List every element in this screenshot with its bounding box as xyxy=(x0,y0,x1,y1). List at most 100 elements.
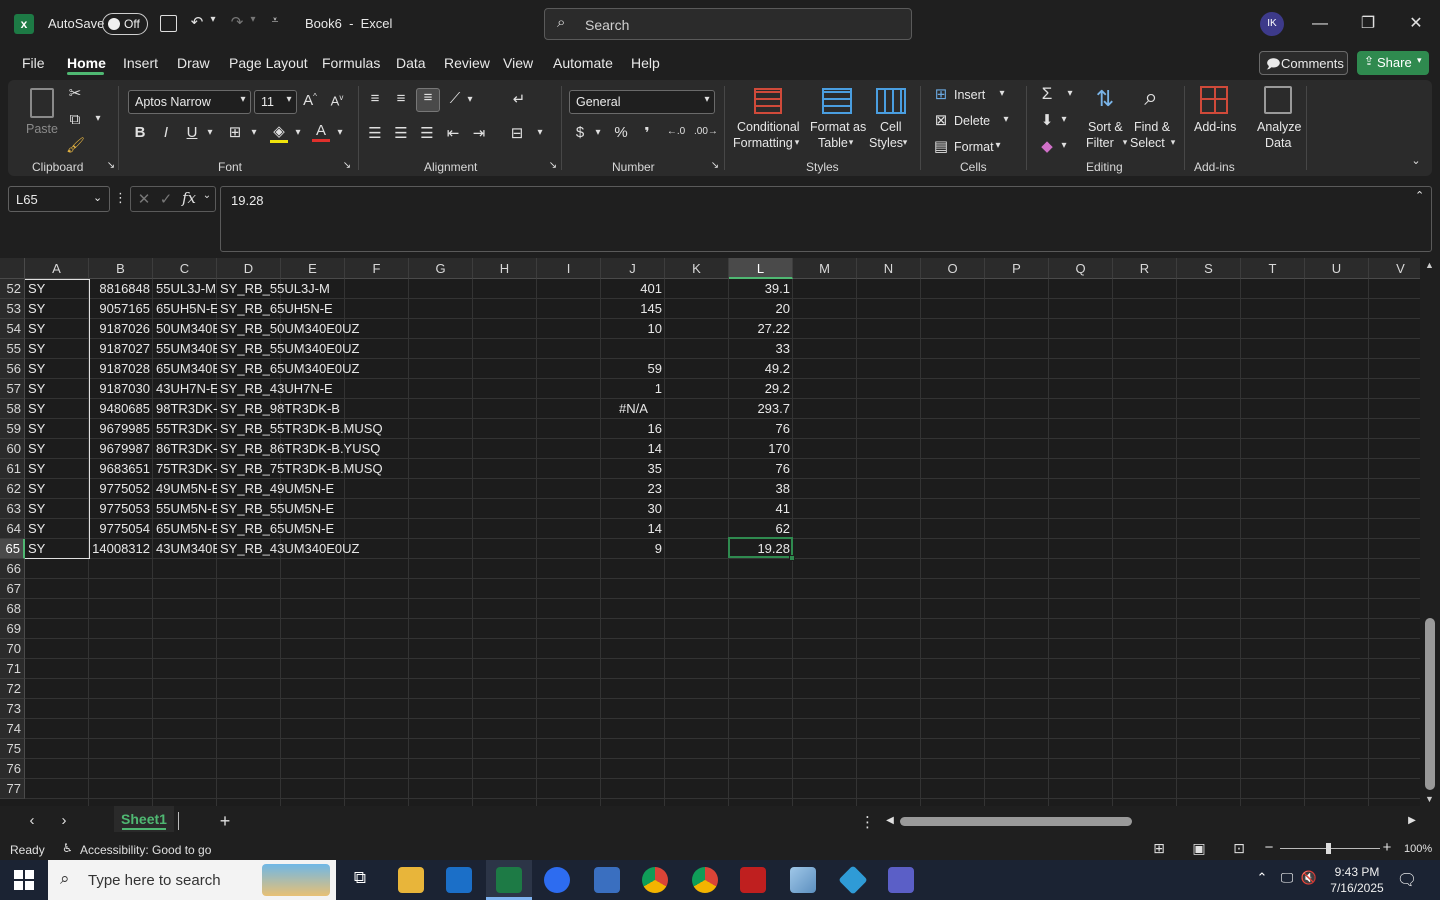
cell-j64[interactable]: 14 xyxy=(601,519,665,539)
minimize-icon[interactable]: — xyxy=(1308,12,1332,36)
row-header-69[interactable]: 69 xyxy=(0,619,25,639)
more-options-icon[interactable]: ⋮ xyxy=(114,190,127,206)
insert-function-icon[interactable]: fx xyxy=(179,189,199,207)
row-header-72[interactable]: 72 xyxy=(0,679,25,699)
format-cells-icon[interactable]: ▤ xyxy=(932,137,950,155)
cell-styles-label-2[interactable]: Styles xyxy=(869,136,903,150)
tab-file[interactable]: File xyxy=(22,55,45,71)
cell-d55[interactable]: SY_RB_55UM340E0UZ xyxy=(217,339,417,359)
row-header-54[interactable]: 54 xyxy=(0,319,25,339)
tab-automate[interactable]: Automate xyxy=(553,55,613,71)
align-right-icon[interactable]: ☰ xyxy=(418,124,436,142)
cell-a53[interactable]: SY xyxy=(25,299,89,319)
maximize-icon[interactable]: ❐ xyxy=(1356,12,1380,36)
column-header-c[interactable]: C xyxy=(153,258,217,279)
tab-review[interactable]: Review xyxy=(444,55,490,71)
zoom-in-icon[interactable]: + xyxy=(1380,839,1394,856)
cell-j57[interactable]: 1 xyxy=(601,379,665,399)
column-header-f[interactable]: F xyxy=(345,258,409,279)
search-box[interactable]: ⌕ Search xyxy=(544,8,912,40)
prev-sheet-icon[interactable]: ‹ xyxy=(24,812,40,829)
cell-d63[interactable]: SY_RB_55UM5N-E xyxy=(217,499,417,519)
currency-icon[interactable]: $ xyxy=(572,124,588,141)
italic-button[interactable]: I xyxy=(158,124,174,141)
column-header-u[interactable]: U xyxy=(1305,258,1369,279)
windows-start-icon[interactable] xyxy=(14,870,34,890)
align-center-icon[interactable]: ☰ xyxy=(392,124,410,142)
find-select-icon[interactable]: ⌕ xyxy=(1136,84,1166,112)
row-header-52[interactable]: 52 xyxy=(0,279,25,299)
excel-icon[interactable] xyxy=(496,867,522,893)
cell-b55[interactable]: 9187027 xyxy=(89,339,153,359)
accessibility-icon[interactable]: ♿ xyxy=(62,841,73,855)
cell-j56[interactable]: 59 xyxy=(601,359,665,379)
column-header-o[interactable]: O xyxy=(921,258,985,279)
increase-decimal-icon[interactable]: ←.0 xyxy=(666,126,686,137)
dialog-launcher-icon[interactable]: ↘ xyxy=(106,160,116,171)
save-icon[interactable] xyxy=(160,15,177,32)
row-header-74[interactable]: 74 xyxy=(0,719,25,739)
cell-c53[interactable]: 65UH5N-E xyxy=(153,299,217,319)
row-header-70[interactable]: 70 xyxy=(0,639,25,659)
wrap-text-icon[interactable]: ↵ xyxy=(510,90,528,108)
paste-icon[interactable] xyxy=(30,88,54,118)
cell-d56[interactable]: SY_RB_65UM340E0UZ xyxy=(217,359,417,379)
dialog-launcher-icon[interactable]: ↘ xyxy=(342,160,352,171)
column-header-v[interactable]: V xyxy=(1369,258,1420,279)
chevron-down-icon[interactable]: ⌄ xyxy=(201,190,213,201)
conditional-formatting-label-2[interactable]: Formatting xyxy=(733,136,793,150)
chevron-down-icon[interactable]: ▾ xyxy=(464,94,476,105)
file-explorer-icon[interactable] xyxy=(398,867,424,893)
column-header-n[interactable]: N xyxy=(857,258,921,279)
decrease-indent-icon[interactable]: ⇤ xyxy=(444,124,462,142)
cell-b60[interactable]: 9679987 xyxy=(89,439,153,459)
bold-button[interactable]: B xyxy=(132,124,148,141)
row-header-55[interactable]: 55 xyxy=(0,339,25,359)
add-sheet-icon[interactable]: + xyxy=(216,811,234,832)
cell-b56[interactable]: 9187028 xyxy=(89,359,153,379)
add-ins-icon[interactable] xyxy=(1200,86,1228,114)
tab-home[interactable]: Home xyxy=(67,55,106,71)
cut-icon[interactable]: ✂ xyxy=(66,84,84,102)
cell-j54[interactable]: 10 xyxy=(601,319,665,339)
decrease-decimal-icon[interactable]: .00→ xyxy=(694,126,718,137)
normal-view-icon[interactable]: ⊞ xyxy=(1150,840,1168,857)
row-header-65[interactable]: 65 xyxy=(0,539,25,559)
row-header-56[interactable]: 56 xyxy=(0,359,25,379)
task-view-icon[interactable]: ⧉ xyxy=(348,868,372,888)
format-as-table-icon[interactable] xyxy=(822,88,852,114)
row-header-58[interactable]: 58 xyxy=(0,399,25,419)
chevron-down-icon[interactable]: ▾ xyxy=(992,140,1004,151)
volume-muted-icon[interactable]: 🔇 xyxy=(1300,870,1318,886)
percent-icon[interactable]: % xyxy=(612,124,630,141)
add-ins-label[interactable]: Add-ins xyxy=(1194,120,1236,134)
cell-l64[interactable]: 62 xyxy=(729,519,793,539)
cell-j52[interactable]: 401 xyxy=(601,279,665,299)
column-header-s[interactable]: S xyxy=(1177,258,1241,279)
row-header-53[interactable]: 53 xyxy=(0,299,25,319)
undo-icon[interactable]: ↶ xyxy=(186,13,208,31)
row-header-63[interactable]: 63 xyxy=(0,499,25,519)
cell-d62[interactable]: SY_RB_49UM5N-E xyxy=(217,479,417,499)
cell-b58[interactable]: 9480685 xyxy=(89,399,153,419)
row-header-75[interactable]: 75 xyxy=(0,739,25,759)
cell-a58[interactable]: SY xyxy=(25,399,89,419)
column-header-a[interactable]: A xyxy=(25,258,89,279)
row-header-59[interactable]: 59 xyxy=(0,419,25,439)
autosum-icon[interactable]: Σ xyxy=(1038,84,1056,104)
cell-d54[interactable]: SY_RB_50UM340E0UZ xyxy=(217,319,417,339)
chevron-down-icon[interactable]: ▾ xyxy=(592,127,604,138)
cell-a54[interactable]: SY xyxy=(25,319,89,339)
sort-filter-icon[interactable]: ⇅ xyxy=(1090,86,1120,112)
name-box[interactable]: L65 ⌄ xyxy=(8,186,110,212)
scroll-right-icon[interactable]: ▶ xyxy=(1406,815,1418,826)
analyze-data-label-2[interactable]: Data xyxy=(1265,136,1291,150)
delete-cells-icon[interactable]: ⊠ xyxy=(932,111,950,129)
cell-j61[interactable]: 35 xyxy=(601,459,665,479)
collapse-ribbon-icon[interactable]: ⌄ xyxy=(1408,154,1424,167)
cell-d64[interactable]: SY_RB_65UM5N-E xyxy=(217,519,417,539)
cell-b52[interactable]: 8816848 xyxy=(89,279,153,299)
chevron-down-icon[interactable]: ▾ xyxy=(248,127,260,138)
chevron-down-icon[interactable]: ▾ xyxy=(1064,88,1076,99)
cell-a55[interactable]: SY xyxy=(25,339,89,359)
